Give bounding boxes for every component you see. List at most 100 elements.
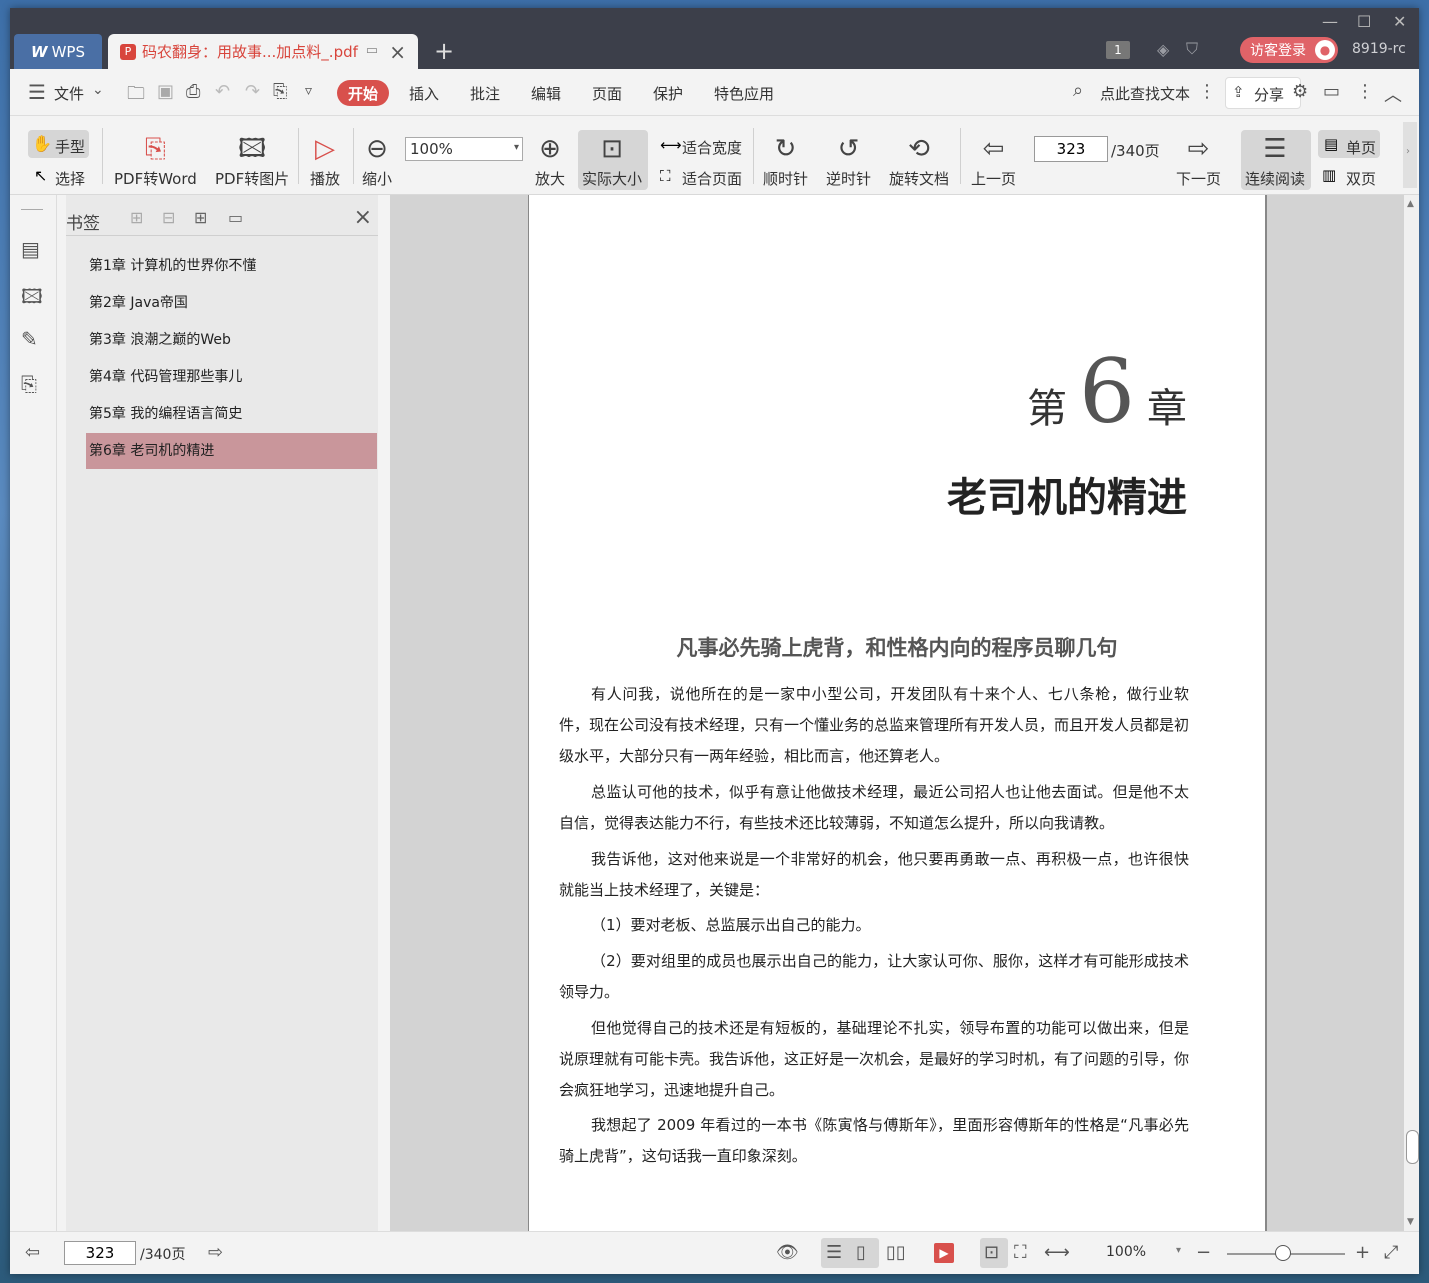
file-menu[interactable]: 文件 [54,83,84,104]
prev-page-icon[interactable]: ⇦ [25,1242,40,1263]
zoom-in-status-icon[interactable]: + [1355,1242,1370,1263]
collapse-all-icon[interactable]: ⊟ [162,208,175,227]
continuous-read-button[interactable]: ☰ 连续阅读 [1245,130,1305,189]
play-slideshow-icon[interactable]: ▶ [934,1243,954,1263]
redo-icon[interactable]: ↷ [245,81,260,102]
chevron-down-icon[interactable]: ⌄ [92,82,104,98]
guest-login-button[interactable]: 访客登录 ● [1240,37,1338,63]
hand-tool-button[interactable]: 手型 [55,136,85,157]
export-image-icon[interactable]: ⎘ [21,372,37,396]
scrollbar-thumb[interactable] [1406,1130,1419,1164]
new-tab-button[interactable]: + [434,37,454,65]
bookmark-list-icon[interactable]: ▤ [21,237,40,261]
single-page-icon[interactable]: ▤ [1324,135,1338,153]
edit-bookmark-icon[interactable]: ▭ [228,208,243,227]
toolbar-scroll-right[interactable]: › [1403,122,1417,188]
bookmark-item[interactable]: 第2章 Java帝国 [86,285,377,321]
search-icon[interactable]: ⌕ [1073,80,1083,101]
search-text-field[interactable]: 点此查找文本 [1100,83,1190,104]
protect-tab[interactable]: 保护 [653,83,683,104]
vertical-scrollbar[interactable]: ▲ ▼ [1404,195,1419,1231]
rotate-document-button[interactable]: ⟲ 旋转文档 [889,130,949,189]
next-page-button[interactable]: ⇨ 下一页 [1176,130,1221,189]
page-number-input[interactable]: 323 [1034,136,1108,162]
comment-icon[interactable]: ▭ [1323,81,1340,102]
status-page-input[interactable]: 323 [64,1241,136,1265]
next-page-icon[interactable]: ⇨ [208,1242,223,1263]
scroll-down-icon[interactable]: ▼ [1407,1217,1414,1227]
previous-page-button[interactable]: ⇦ 上一页 [971,130,1016,189]
select-tool-button[interactable]: 选择 [55,168,85,189]
zoom-out-status-icon[interactable]: − [1196,1242,1211,1263]
double-view-icon[interactable]: ▯▯ [886,1242,906,1263]
fit-width-status-icon[interactable]: ⟷ [1044,1242,1070,1263]
bookmark-item[interactable]: 第1章 计算机的世界你不懂 [86,248,377,284]
expand-all-icon[interactable]: ⊞ [130,208,143,227]
skin-icon[interactable]: ◈ [1157,40,1169,59]
fit-width-button[interactable]: 适合宽度 [682,137,742,158]
thumbnail-icon[interactable]: 🖾 [21,282,43,316]
page-tab[interactable]: 页面 [592,83,622,104]
more-options-icon[interactable]: ⋮ [1356,81,1374,102]
more-dropdown-icon[interactable]: ▿ [305,83,312,99]
close-tab-icon[interactable]: × [389,40,406,64]
pdf-to-image-button[interactable]: 🖾 PDF转图片 [215,130,289,189]
save-icon[interactable]: ▣ [157,81,174,102]
play-button[interactable]: ▷ 播放 [310,130,340,189]
share-button[interactable]: ⇪ 分享 [1225,77,1301,109]
single-view-icon[interactable]: ▯ [856,1242,866,1263]
rotate-counterclockwise-button[interactable]: ↺ 逆时针 [826,130,871,189]
fit-page-icon[interactable]: ⛶ [660,167,671,185]
insert-tab[interactable]: 插入 [409,83,439,104]
actual-size-button[interactable]: ⊡ 实际大小 [582,130,642,189]
pdf-to-word-button[interactable]: ⎘ PDF转Word [114,130,197,189]
zoom-slider-knob[interactable] [1275,1245,1291,1261]
shirt-icon[interactable]: ⛉ [1186,39,1198,59]
fit-page-status-icon[interactable]: ⛶ [1014,1242,1027,1263]
bookmark-item-active[interactable]: 第6章 老司机的精进 [86,433,377,469]
screen-icon[interactable]: ▭ [366,43,378,58]
collapse-ribbon-icon[interactable]: ︿ [1384,81,1402,107]
open-folder-icon[interactable]: 🗀 [127,81,145,111]
bookmark-item[interactable]: 第4章 代码管理那些事儿 [86,359,377,395]
annotate-tab[interactable]: 批注 [470,83,500,104]
actual-size-status-icon[interactable]: ⊡ [984,1242,999,1263]
close-window-icon[interactable]: ✕ [1393,12,1406,31]
bookmark-item[interactable]: 第3章 浪潮之巅的Web [86,322,377,358]
eye-protection-icon[interactable]: 👁 [776,1242,799,1263]
double-page-icon[interactable]: ▥ [1322,166,1336,184]
gear-icon[interactable]: ⚙ [1292,81,1308,102]
minimize-icon[interactable]: — [1322,12,1338,31]
single-page-button[interactable]: 单页 [1346,137,1376,158]
document-viewport[interactable]: 第 6 章 老司机的精进 凡事必先骑上虎背，和性格内向的程序员聊几句 有人问我，… [390,195,1404,1231]
zoom-select[interactable]: 100% ▾ [405,137,523,161]
bookmark-item[interactable]: 第5章 我的编程语言简史 [86,396,377,432]
fullscreen-icon[interactable]: ⤢ [1384,1242,1398,1263]
scroll-up-icon[interactable]: ▲ [1407,199,1414,209]
special-apps-tab[interactable]: 特色应用 [714,83,774,104]
undo-icon[interactable]: ↶ [215,81,230,102]
start-tab[interactable]: 开始 [337,80,389,106]
zoom-in-button[interactable]: ⊕ 放大 [535,130,565,189]
document-tab[interactable]: P 码农翻身：用故事...加点料_.pdf ▭ × [108,34,418,69]
fit-page-button[interactable]: 适合页面 [682,168,742,189]
print-icon[interactable]: ⎙ [186,81,200,102]
hamburger-menu-icon[interactable]: ☰ [28,80,46,104]
continuous-view-icon[interactable]: ☰ [826,1242,842,1263]
maximize-icon[interactable]: ☐ [1357,12,1371,31]
hand-icon[interactable]: ✋ [32,134,52,153]
window-count-badge[interactable]: 1 [1106,41,1130,59]
more-vertical-icon[interactable]: ⋮ [1198,81,1216,102]
fit-width-icon[interactable]: ⟷ [660,136,682,154]
rotate-clockwise-button[interactable]: ↻ 顺时针 [763,130,808,189]
edit-tab[interactable]: 编辑 [531,83,561,104]
zoom-dropdown-icon[interactable]: ▾ [1176,1245,1181,1256]
annotation-icon[interactable]: ✎ [21,327,38,351]
wps-home-tab[interactable]: W WPS [14,34,102,69]
close-icon[interactable]: × [354,205,372,230]
zoom-out-button[interactable]: ⊖ 缩小 [362,130,392,189]
double-page-button[interactable]: 双页 [1346,168,1376,189]
export-icon[interactable]: ⎘ [273,81,287,102]
cursor-icon[interactable]: ↖ [34,166,47,185]
add-bookmark-icon[interactable]: ⊞ [194,208,207,227]
